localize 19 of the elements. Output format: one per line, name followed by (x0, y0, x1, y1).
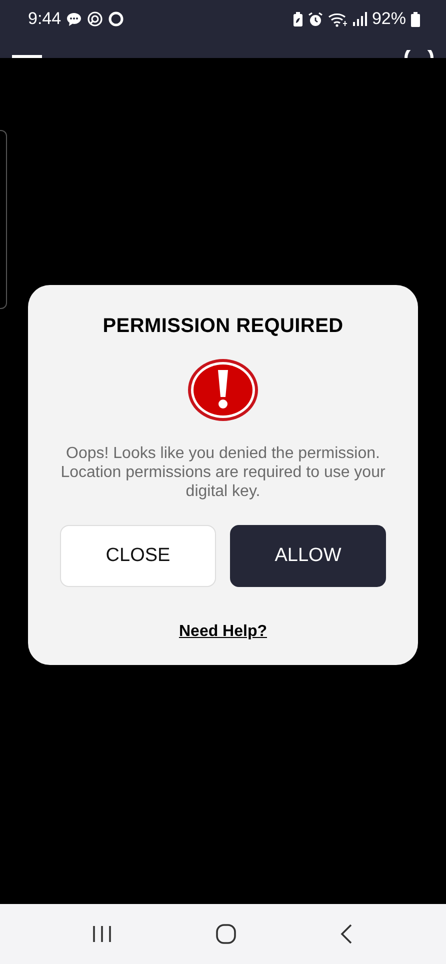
target-icon (87, 11, 104, 27)
allow-button[interactable]: ALLOW (230, 525, 386, 587)
dialog-message: Oops! Looks like you denied the permission. Location permissions are required to use your digital key. (60, 444, 386, 501)
back-icon[interactable] (340, 924, 354, 944)
status-time: 9:44 (28, 9, 62, 29)
chat-icon (66, 12, 82, 26)
dialog-title: PERMISSION REQUIRED (102, 315, 344, 338)
help-link[interactable]: Need Help? (178, 623, 267, 641)
recent-apps-icon[interactable] (92, 925, 112, 943)
signal-icon (352, 12, 367, 26)
battery-icon (411, 12, 420, 26)
battery-percent: 92% (372, 9, 406, 29)
close-button[interactable]: CLOSE (60, 525, 216, 587)
alarm-icon (308, 12, 323, 26)
ring-icon (108, 11, 124, 27)
battery-saver-icon (292, 12, 303, 26)
wifi-icon (328, 12, 348, 26)
warning-icon (187, 358, 259, 422)
home-icon[interactable] (214, 923, 237, 945)
